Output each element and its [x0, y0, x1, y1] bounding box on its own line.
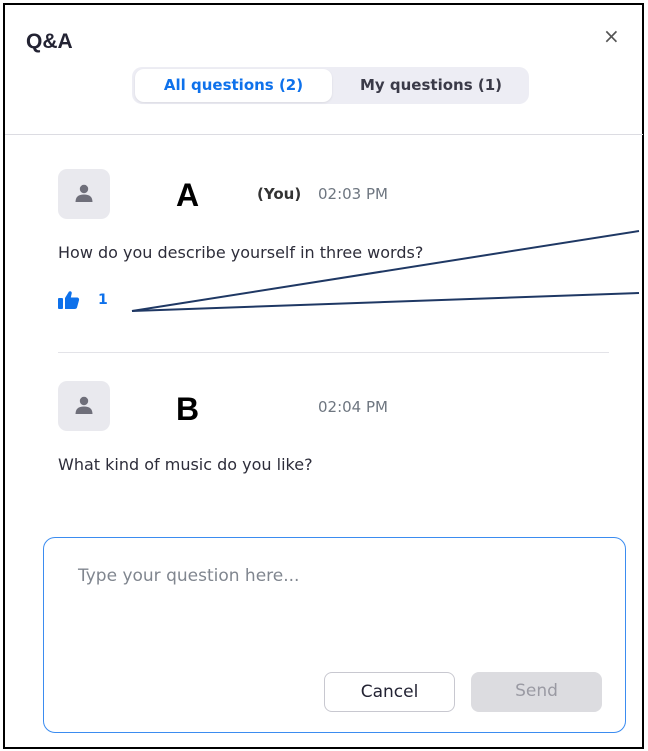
annotation-line — [131, 230, 640, 312]
annotation-lines — [131, 230, 640, 312]
annotation-line — [131, 292, 640, 312]
